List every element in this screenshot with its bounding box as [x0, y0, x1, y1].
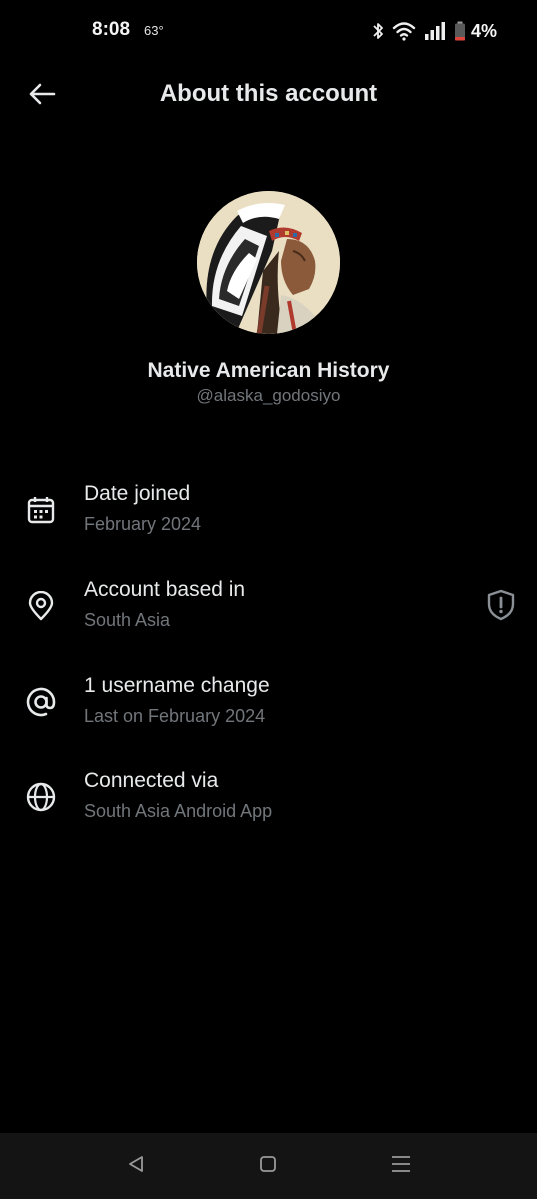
system-nav-bar [0, 1133, 537, 1199]
row-title: Account based in [84, 578, 246, 601]
battery-percent: 4% [470, 20, 497, 41]
wifi-icon [392, 21, 416, 41]
row-title: Date joined [84, 482, 191, 505]
nav-home-button[interactable] [253, 1153, 283, 1179]
row-title: 1 username change [84, 674, 270, 697]
globe-icon [24, 780, 58, 814]
info-row-account-based-in: Account based in South Asia [0, 576, 537, 646]
status-icons: 4% [372, 18, 497, 44]
page-title: About this account [159, 80, 378, 107]
shield-info-button[interactable] [484, 589, 518, 626]
recents-menu-icon [390, 1154, 412, 1179]
signal-icon [424, 22, 446, 40]
calendar-icon [24, 493, 58, 527]
row-subtitle: South Asia Android App [84, 801, 273, 821]
row-subtitle: February 2024 [84, 514, 202, 534]
home-square-icon [258, 1154, 278, 1179]
battery-icon [454, 21, 466, 41]
info-row-username-change: 1 username change Last on February 2024 [0, 672, 537, 742]
status-time: 8:08 [92, 19, 131, 40]
at-sign-icon [24, 685, 58, 719]
shield-icon [486, 589, 516, 626]
display-name: Native American History [147, 359, 390, 382]
row-subtitle: South Asia [84, 610, 171, 630]
avatar [197, 191, 340, 334]
status-temperature: 63° [144, 23, 164, 38]
status-bar: 8:08 63° 4% [0, 0, 537, 60]
about-account-screen: 8:08 63° 4% About this account Native Am… [0, 0, 537, 1199]
nav-back-button[interactable] [121, 1153, 151, 1179]
back-triangle-icon [126, 1154, 146, 1179]
row-subtitle: Last on February 2024 [84, 706, 266, 726]
bluetooth-icon [372, 21, 384, 41]
info-row-connected-via: Connected via South Asia Android App [0, 767, 537, 837]
username-handle: @alaska_godosiyo [196, 386, 341, 405]
nav-recents-button[interactable] [386, 1153, 416, 1179]
location-pin-icon [24, 589, 58, 623]
row-title: Connected via [84, 769, 219, 792]
info-row-date-joined: Date joined February 2024 [0, 480, 537, 550]
